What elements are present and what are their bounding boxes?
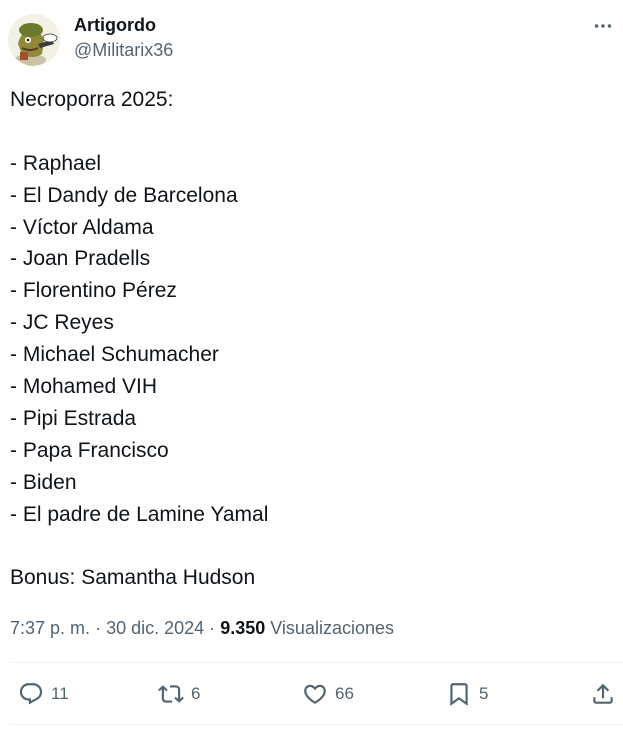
bookmark-button[interactable]: 5 bbox=[446, 676, 488, 712]
tweet-text-line: - Raphael bbox=[10, 151, 102, 175]
tweet-text-line: - Biden bbox=[10, 470, 77, 494]
tweet-meta: 7:37 p. m. · 30 dic. 2024 · 9.350 Visual… bbox=[10, 615, 394, 641]
heart-icon bbox=[304, 684, 326, 704]
share-icon bbox=[593, 683, 613, 704]
tweet-text-line: Necroporra 2025: bbox=[10, 88, 174, 111]
author-names: Artigordo @Militarix36 bbox=[74, 12, 173, 62]
tweet-text-line: - Papa Francisco bbox=[10, 438, 169, 462]
like-count: 66 bbox=[335, 684, 354, 703]
tweet-text-line bbox=[10, 530, 610, 562]
more-icon bbox=[594, 24, 612, 28]
divider bbox=[10, 724, 623, 725]
tweet-text-line: Bonus: Samantha Hudson bbox=[10, 566, 256, 590]
views-count: 9.350 bbox=[220, 618, 266, 638]
like-button[interactable]: 66 bbox=[302, 676, 354, 712]
tweet-text-line: - Michael Schumacher bbox=[10, 343, 219, 367]
tweet-date[interactable]: 30 dic. 2024 bbox=[106, 618, 204, 638]
author-handle[interactable]: @Militarix36 bbox=[74, 38, 173, 62]
tweet-text-line: - JC Reyes bbox=[10, 311, 114, 335]
bookmark-count: 5 bbox=[479, 684, 489, 703]
reply-icon bbox=[19, 683, 43, 705]
tweet-text-line: - El Dandy de Barcelona bbox=[10, 183, 238, 207]
tweet-text-line: - Florentino Pérez bbox=[10, 279, 177, 303]
repost-button[interactable]: 6 bbox=[158, 676, 200, 712]
tweet-text-line: - Joan Pradells bbox=[10, 247, 151, 271]
reply-count: 11 bbox=[51, 684, 69, 703]
tweet-text-line: - El padre de Lamine Yamal bbox=[10, 502, 269, 526]
tweet: Artigordo @Militarix36 Necroporra 2025: -… bbox=[0, 0, 623, 738]
meta-separator: · bbox=[95, 618, 102, 638]
author-display-name[interactable]: Artigordo bbox=[74, 12, 173, 38]
reply-button[interactable]: 11 bbox=[18, 676, 69, 712]
tweet-text-line: - Mohamed VIH bbox=[10, 375, 158, 399]
tweet-text-line bbox=[10, 116, 610, 148]
share-button[interactable] bbox=[590, 676, 616, 712]
views-label: Visualizaciones bbox=[270, 618, 394, 638]
meta-separator: · bbox=[209, 618, 216, 638]
divider bbox=[10, 662, 623, 663]
tweet-text: Necroporra 2025: - Raphael - El Dandy de B… bbox=[10, 84, 610, 594]
tweet-time[interactable]: 7:37 p. m. bbox=[10, 618, 90, 638]
tweet-header: Artigordo @Militarix36 bbox=[8, 12, 615, 68]
action-bar: 11 6 66 5 bbox=[10, 676, 617, 712]
avatar[interactable] bbox=[8, 14, 60, 66]
repost-icon bbox=[158, 685, 184, 703]
tweet-text-line: - Pipi Estrada bbox=[10, 406, 137, 430]
more-button[interactable] bbox=[591, 14, 615, 38]
bookmark-icon bbox=[450, 683, 468, 706]
tweet-text-line: - Víctor Aldama bbox=[10, 215, 154, 239]
repost-count: 6 bbox=[191, 684, 201, 703]
